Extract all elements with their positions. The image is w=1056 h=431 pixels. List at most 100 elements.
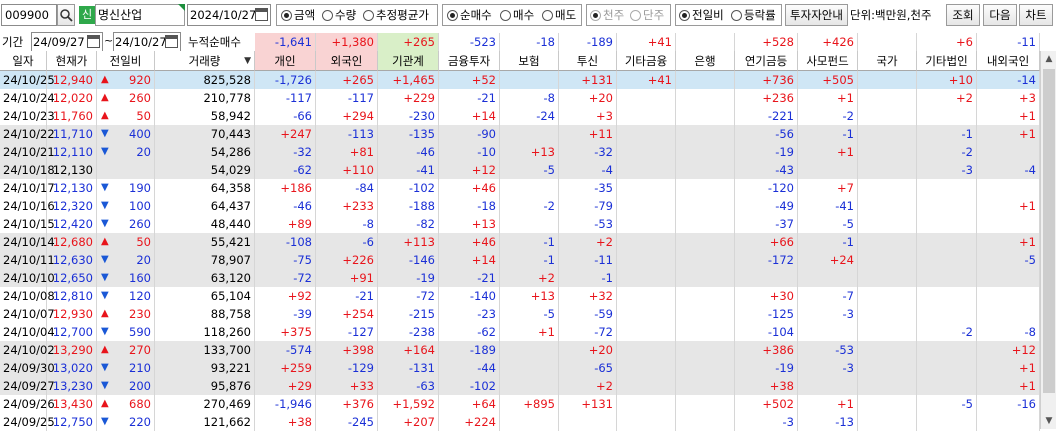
header-col[interactable]: 기관계 (378, 51, 439, 71)
sort-dropdown-icon[interactable]: ▼ (244, 51, 251, 71)
table-row[interactable]: 24/10/2112,1102054,286-32+81-46-10+13-32… (0, 143, 1040, 161)
change-cell: 230 (97, 305, 155, 323)
investor-cell: +33 (316, 377, 378, 395)
investor-cell (917, 215, 977, 233)
table-row[interactable]: 24/10/1012,65016063,120-72+91-19-21+2-1 (0, 269, 1040, 287)
next-button[interactable]: 다음 (983, 4, 1017, 26)
price-cell: 12,630 (47, 251, 97, 269)
table-row[interactable]: 24/09/2512,750220121,662+38-245+207+224 -… (0, 413, 1040, 431)
radio-quantity[interactable]: 수량 (322, 5, 356, 25)
table-row[interactable]: 24/09/2613,430680270,469-1,946+376+1,592… (0, 395, 1040, 413)
price-cell: 12,750 (47, 413, 97, 431)
header-col[interactable]: 기타금융 (617, 51, 676, 71)
table-row[interactable]: 24/10/1412,6805055,421-108-6+113+46-1+2+… (0, 233, 1040, 251)
radio-change-rate[interactable]: 등락률 (731, 5, 776, 25)
investor-cell: +398 (316, 341, 378, 359)
price-cell: 12,420 (47, 215, 97, 233)
header-col[interactable]: 개인 (255, 51, 316, 71)
table-row[interactable]: 24/10/0812,81012065,104+92-21-72-140+13+… (0, 287, 1040, 305)
investor-cell: -3 (798, 305, 858, 323)
investor-cell: -1,726 (255, 71, 316, 89)
header-col[interactable]: 은행 (676, 51, 735, 71)
table-row[interactable]: 24/10/1712,13019064,358+186-84-102+46 -35… (0, 179, 1040, 197)
radio-net-buy[interactable]: 순매수 (447, 5, 492, 25)
table-row[interactable]: 24/10/2211,71040070,443+247-113-135-90 +1… (0, 125, 1040, 143)
table-row[interactable]: 24/10/0712,93023088,758-39+254-215-23-5-… (0, 305, 1040, 323)
vertical-scrollbar[interactable]: ▲ ▼ (1040, 51, 1056, 429)
scroll-down-icon[interactable]: ▼ (1041, 413, 1056, 429)
investor-cell (917, 197, 977, 215)
header-col[interactable]: 연기금등 (735, 51, 798, 71)
radio-change[interactable]: 전일비 (679, 5, 724, 25)
investor-cell: -44 (439, 359, 500, 377)
price-cell: 12,110 (47, 143, 97, 161)
volume-cell: 88,758 (155, 305, 255, 323)
volume-cell: 93,221 (155, 359, 255, 377)
investor-cell: -117 (255, 89, 316, 107)
investor-cell: -3 (798, 359, 858, 377)
table-row[interactable]: 24/10/2311,7605058,942-66+294-230+14-24+… (0, 107, 1040, 125)
header-col[interactable]: 금융투자 (439, 51, 500, 71)
table-row[interactable]: 24/09/2713,23020095,876+29+33-63-102 +2 +3… (0, 377, 1040, 395)
header-col[interactable]: 기타법인 (917, 51, 977, 71)
header-col[interactable]: 내외국인 (977, 51, 1040, 71)
date-cell: 24/10/24 (0, 89, 55, 107)
table-row[interactable]: 24/09/3013,02021093,221+259-129-131-44 -6… (0, 359, 1040, 377)
header-col[interactable]: 일자 (0, 51, 47, 71)
radio-sell[interactable]: 매도 (542, 5, 576, 25)
volume-cell: 118,260 (155, 323, 255, 341)
calendar-from-icon[interactable] (87, 35, 100, 48)
radio-thousand-shares[interactable]: 천주 (590, 5, 624, 25)
investor-cell (617, 161, 676, 179)
calendar-icon[interactable] (255, 8, 268, 21)
radio-single-shares[interactable]: 단주 (630, 5, 664, 25)
scroll-thumb[interactable] (1043, 69, 1055, 393)
radio-amount[interactable]: 금액 (281, 5, 315, 25)
header-col[interactable]: 투신 (559, 51, 617, 71)
search-button[interactable] (57, 4, 75, 26)
date-input[interactable]: 2024/10/27 (187, 4, 271, 26)
total-cell: +265 (378, 33, 439, 51)
table-row[interactable]: 24/10/1512,42026048,440+89-8-82+13 -53 -37… (0, 215, 1040, 233)
query-button[interactable]: 조회 (946, 4, 980, 26)
header-col[interactable]: 보험 (500, 51, 559, 71)
table-row[interactable]: 24/10/1812,130054,029-62+110-41+12-5-4-4… (0, 161, 1040, 179)
table-row[interactable]: 24/10/2512,940920825,528-1,726+265+1,465… (0, 71, 1040, 89)
table-row[interactable]: 24/10/1112,6302078,907-75+226-146+14-1-1… (0, 251, 1040, 269)
investor-cell (676, 377, 735, 395)
radio-avg-price[interactable]: 추정평균가 (363, 5, 429, 25)
investor-cell: -120 (735, 179, 798, 197)
investor-guide-button[interactable]: 투자자안내 (785, 4, 848, 26)
table-row[interactable]: 24/10/1612,32010064,437-46+233-188-18-2-… (0, 197, 1040, 215)
chart-button[interactable]: 차트 (1019, 4, 1053, 26)
investor-cell: -4 (977, 161, 1040, 179)
stock-name-field[interactable]: 명신산업 (95, 4, 185, 26)
period-to-input[interactable]: 24/10/27 (113, 32, 181, 52)
search-icon (60, 9, 73, 22)
header-col[interactable]: 사모펀드 (798, 51, 858, 71)
investor-cell: +207 (378, 413, 439, 431)
investor-cell (676, 305, 735, 323)
stock-code-input[interactable]: 009900 (1, 4, 57, 26)
investor-cell: -13 (798, 413, 858, 431)
calendar-to-icon[interactable] (165, 35, 178, 48)
header-col[interactable]: 거래량 ▼ (155, 51, 255, 71)
radio-buy[interactable]: 매수 (500, 5, 534, 25)
investor-cell (858, 269, 917, 287)
header-col[interactable]: 국가 (858, 51, 917, 71)
header-col[interactable]: 현재가 (47, 51, 97, 71)
scroll-up-icon[interactable]: ▲ (1041, 51, 1056, 67)
investor-cell: -5 (500, 161, 559, 179)
investor-cell: +13 (500, 143, 559, 161)
date-cell: 24/10/17 (0, 179, 55, 197)
header-col[interactable]: 전일비 (97, 51, 155, 71)
investor-cell: +1 (798, 89, 858, 107)
table-row[interactable]: 24/10/0412,700590118,260+375-127-238-62+… (0, 323, 1040, 341)
table-row[interactable]: 24/10/0213,290270133,700-574+398+164-189… (0, 341, 1040, 359)
table-row[interactable]: 24/10/2412,020260210,778-117-117+229-21-… (0, 89, 1040, 107)
header-col[interactable]: 외국인 (316, 51, 378, 71)
period-from-input[interactable]: 24/09/27 (31, 32, 103, 52)
investor-cell: -2 (917, 323, 977, 341)
total-cell: -1,641 (255, 33, 316, 51)
investor-cell: -3 (735, 413, 798, 431)
